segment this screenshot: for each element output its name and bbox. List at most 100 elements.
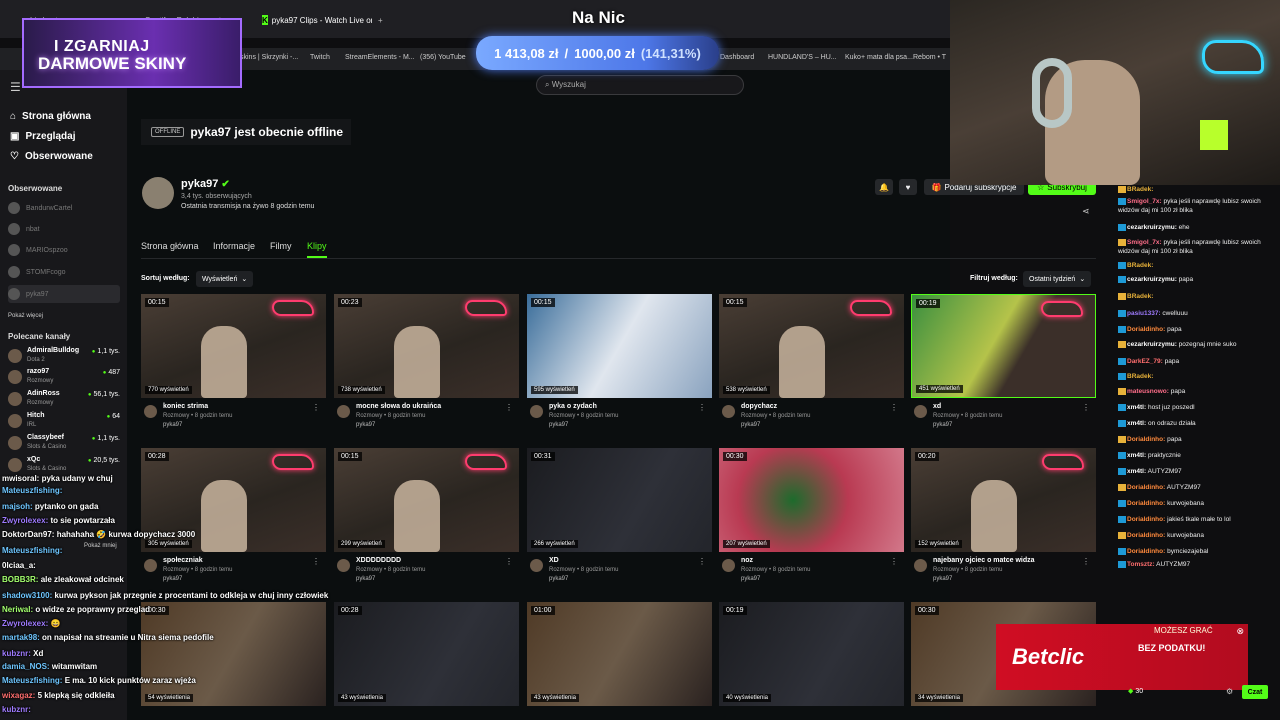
chat-username[interactable]: Dorialdinho: [1127, 548, 1165, 555]
clip-author[interactable]: pyka97 [933, 576, 952, 582]
clip-title[interactable]: noz [741, 557, 753, 564]
clip-thumbnail[interactable]: 00:23 738 wyświetleń [334, 294, 519, 398]
chat-username[interactable]: Smigol_7x: [1127, 239, 1162, 246]
clip-thumbnail[interactable]: 00:30 207 wyświetleń [719, 448, 904, 552]
clip-thumbnail[interactable]: 00:15 299 wyświetleń [334, 448, 519, 552]
clip-title[interactable]: pyka o zydach [549, 403, 597, 410]
chat-username[interactable]: cezarkruirzymu: [1127, 341, 1177, 348]
followed-channel[interactable]: nbat [8, 220, 120, 238]
followed-channel[interactable]: BandurwCartel [8, 199, 120, 217]
clip-thumbnail[interactable]: 00:28 43 wyświetlenia [334, 602, 519, 706]
clip-thumbnail-hovered[interactable]: 00:19 451 wyświetleń [911, 294, 1096, 398]
clip-author[interactable]: pyka97 [741, 576, 760, 582]
recommended-channel[interactable]: Hitch IRL 64 [8, 412, 120, 434]
more-options-icon[interactable]: ⋮ [890, 557, 898, 566]
chat-username[interactable]: Dorialdinho: [1127, 500, 1165, 507]
chat-username[interactable]: Dorialdinho: [1127, 436, 1165, 443]
gear-icon[interactable]: ⚙ [1226, 687, 1233, 696]
bookmark[interactable]: Twitch [310, 54, 330, 61]
clip-author[interactable]: pyka97 [163, 422, 182, 428]
tab-clips[interactable]: Klipy [307, 241, 327, 251]
recommended-channel[interactable]: AdinRoss Rozmowy 56,1 tys. [8, 390, 120, 412]
clip-title[interactable]: dopychacz [741, 403, 777, 410]
bookmark[interactable]: Rebom • T [913, 54, 946, 61]
clip-title[interactable]: koniec strima [163, 403, 208, 410]
share-icon[interactable]: ⋖ [1082, 206, 1090, 217]
clip-thumbnail[interactable]: 01:00 43 wyświetlenia [527, 602, 712, 706]
clip-author[interactable]: pyka97 [741, 422, 760, 428]
chat-username[interactable]: xm4tl: [1127, 468, 1146, 475]
more-options-icon[interactable]: ⋮ [698, 557, 706, 566]
chat-username[interactable]: xm4tl: [1127, 452, 1146, 459]
clip-thumbnail[interactable]: 00:15 538 wyświetleń [719, 294, 904, 398]
more-options-icon[interactable]: ⋮ [890, 403, 898, 412]
chat-username[interactable]: Tomsztz: [1127, 561, 1155, 568]
followed-channel[interactable]: STOMFcogo [8, 263, 120, 281]
chat-username[interactable]: BRadek: [1127, 186, 1153, 193]
more-options-icon[interactable]: ⋮ [312, 403, 320, 412]
nav-following[interactable]: ♡ Obserwowane [10, 151, 93, 162]
chat-username[interactable]: pasiu1337: [1127, 310, 1161, 317]
chat-username[interactable]: BRadek: [1127, 293, 1153, 300]
channel-avatar[interactable] [142, 177, 174, 209]
more-options-icon[interactable]: ⋮ [1082, 557, 1090, 566]
clip-thumbnail[interactable]: 00:15 770 wyświetleń [141, 294, 326, 398]
clip-title[interactable]: XDDDDDDDD [356, 557, 401, 564]
bookmark[interactable]: Dashboard [720, 54, 754, 61]
menu-icon[interactable]: ☰ [10, 80, 21, 94]
recommended-channel[interactable]: Classybeef Slots & Casino 1,1 tys. [8, 434, 120, 456]
close-icon[interactable]: ⊗ [1236, 626, 1244, 637]
betclic-ad[interactable]: MOŻESZ GRAĆ Betclic BEZ PODATKU! ⊗ [996, 624, 1248, 690]
bookmark[interactable]: skins | Skrzynki -... [240, 54, 298, 61]
clip-title[interactable]: najebany ojciec o matce widza [933, 557, 1035, 564]
recommended-channel[interactable]: razo97 Rozmowy 487 [8, 368, 120, 390]
browser-tab-active[interactable]: Kpyka97 Clips - Watch Live on Kick [262, 10, 372, 30]
clip-author[interactable]: pyka97 [933, 422, 952, 428]
clip-author[interactable]: pyka97 [356, 576, 375, 582]
clip-title[interactable]: XD [549, 557, 559, 564]
chat-username[interactable]: cezarkruirzymu: [1127, 224, 1177, 231]
clip-thumbnail[interactable]: 00:15 595 wyświetleń [527, 294, 712, 398]
chat-username[interactable]: mateusnowo: [1127, 388, 1169, 395]
notification-bell-button[interactable]: 🔔 [875, 179, 893, 195]
sort-dropdown[interactable]: Wyświetleń ⌄ [196, 271, 254, 287]
follow-heart-button[interactable]: ♥ [899, 179, 917, 195]
more-options-icon[interactable]: ⋮ [1082, 403, 1090, 412]
bookmark[interactable]: (356) YouTube [420, 54, 466, 61]
followed-channel[interactable]: MARIOspzoo [8, 241, 120, 259]
chat-username[interactable]: xm4tl: [1127, 420, 1146, 427]
clip-author[interactable]: pyka97 [549, 576, 568, 582]
clip-thumbnail[interactable]: 00:31 266 wyświetleń [527, 448, 712, 552]
chat-username[interactable]: xm4tl: [1127, 404, 1146, 411]
chat-username[interactable]: Dorialdinho: [1127, 484, 1165, 491]
search-input[interactable]: ⌕ Wyszukaj [536, 75, 744, 95]
chat-username[interactable]: Dorialdinho: [1127, 516, 1165, 523]
clip-author[interactable]: pyka97 [549, 422, 568, 428]
chat-username[interactable]: cezarkruirzymu: [1127, 276, 1177, 283]
clip-title[interactable]: xd [933, 403, 941, 410]
tab-home[interactable]: Strona główna [141, 241, 199, 251]
more-options-icon[interactable]: ⋮ [505, 403, 513, 412]
clip-thumbnail[interactable]: 00:20 152 wyświetleń [911, 448, 1096, 552]
chat-username[interactable]: Dorialdinho: [1127, 532, 1165, 539]
nav-home[interactable]: ⌂ Strona główna [10, 111, 91, 122]
clip-title[interactable]: mocne słowa do ukraińca [356, 403, 441, 410]
chat-username[interactable]: Dorialdinho: [1127, 326, 1165, 333]
more-options-icon[interactable]: ⋮ [698, 403, 706, 412]
more-options-icon[interactable]: ⋮ [505, 557, 513, 566]
tab-about[interactable]: Informacje [213, 241, 255, 251]
filter-dropdown[interactable]: Ostatni tydzień ⌄ [1023, 271, 1092, 287]
bookmark[interactable]: Kuko+ mata dla psa... [845, 54, 913, 61]
recommended-channel[interactable]: AdmiralBulldog Dota 2 1,1 tys. [8, 347, 120, 369]
chat-username[interactable]: DarkEZ_79: [1127, 358, 1163, 365]
clip-author[interactable]: pyka97 [356, 422, 375, 428]
tab-videos[interactable]: Filmy [270, 241, 292, 251]
nav-browse[interactable]: ▣ Przeglądaj [10, 131, 75, 142]
new-tab-button[interactable]: + [378, 10, 383, 30]
chat-username[interactable]: BRadek: [1127, 373, 1153, 380]
show-more-link[interactable]: Pokaż więcej [8, 313, 43, 319]
followed-channel-selected[interactable]: pyka97 [8, 285, 120, 303]
chat-send-button[interactable]: Czat [1242, 685, 1268, 699]
chat-username[interactable]: Smigol_7x: [1127, 198, 1162, 205]
clip-thumbnail[interactable]: 00:19 40 wyświetlenia [719, 602, 904, 706]
